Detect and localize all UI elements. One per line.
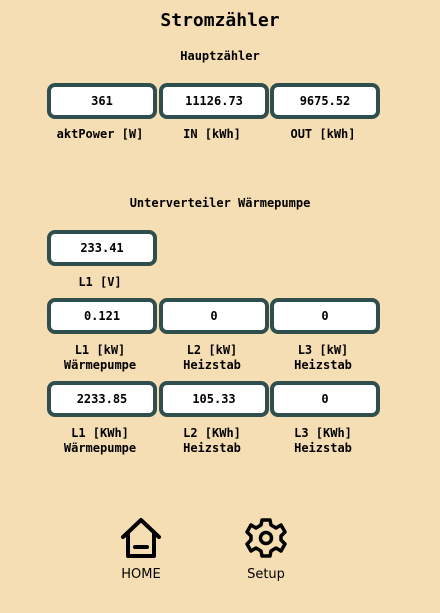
- akt-power-label: aktPower [W]: [56, 127, 144, 141]
- energy-l3-value: 0: [270, 381, 380, 417]
- akt-power-value: 361: [47, 83, 157, 119]
- energy-l1-label: L1 [KWh] Wärmepumpe: [45, 426, 155, 456]
- setup-label: Setup: [247, 567, 285, 582]
- power-l2-label-line1: L2 [kW]: [186, 343, 238, 357]
- energy-l2-label-line2: Heizstab: [183, 441, 241, 455]
- energy-l1-label-line2: Wärmepumpe: [63, 441, 137, 455]
- main-meter-heading: Hauptzähler: [180, 49, 260, 63]
- power-l1-label: L1 [kW] Wärmepumpe: [45, 343, 155, 373]
- power-l1-label-line2: Wärmepumpe: [63, 358, 137, 372]
- power-l3-value: 0: [270, 298, 380, 334]
- energy-in-label: IN [kWh]: [183, 127, 241, 141]
- energy-l1-label-line1: L1 [KWh]: [71, 426, 129, 440]
- page-title: Stromzähler: [160, 10, 280, 31]
- energy-out-value: 9675.52: [270, 83, 380, 119]
- power-l3-label: L3 [kW] Heizstab: [268, 343, 378, 373]
- gear-icon: [245, 518, 287, 558]
- setup-button[interactable]: Setup: [226, 517, 306, 582]
- power-l3-label-line2: Heizstab: [294, 358, 352, 372]
- energy-out-label: OUT [kWh]: [290, 127, 356, 141]
- sub-meter-heading: Unterverteiler Wärmepumpe: [129, 196, 311, 210]
- power-l1-label-line1: L1 [kW]: [74, 343, 126, 357]
- energy-l3-label-line1: L3 [KWh]: [294, 426, 352, 440]
- energy-in-value: 11126.73: [159, 83, 269, 119]
- voltage-l1-label: L1 [V]: [78, 275, 122, 289]
- home-button[interactable]: HOME: [101, 517, 181, 582]
- power-l2-value: 0: [159, 298, 269, 334]
- power-l1-value: 0.121: [47, 298, 157, 334]
- home-label: HOME: [121, 567, 161, 582]
- voltage-l1-value: 233.41: [47, 230, 157, 266]
- energy-l3-label: L3 [KWh] Heizstab: [268, 426, 378, 456]
- energy-l2-label-line1: L2 [KWh]: [183, 426, 241, 440]
- energy-l1-value: 2233.85: [47, 381, 157, 417]
- home-icon: [121, 518, 161, 558]
- power-l2-label-line2: Heizstab: [183, 358, 241, 372]
- power-l2-label: L2 [kW] Heizstab: [157, 343, 267, 373]
- power-l3-label-line1: L3 [kW]: [297, 343, 349, 357]
- energy-l3-label-line2: Heizstab: [294, 441, 352, 455]
- energy-l2-value: 105.33: [159, 381, 269, 417]
- energy-l2-label: L2 [KWh] Heizstab: [157, 426, 267, 456]
